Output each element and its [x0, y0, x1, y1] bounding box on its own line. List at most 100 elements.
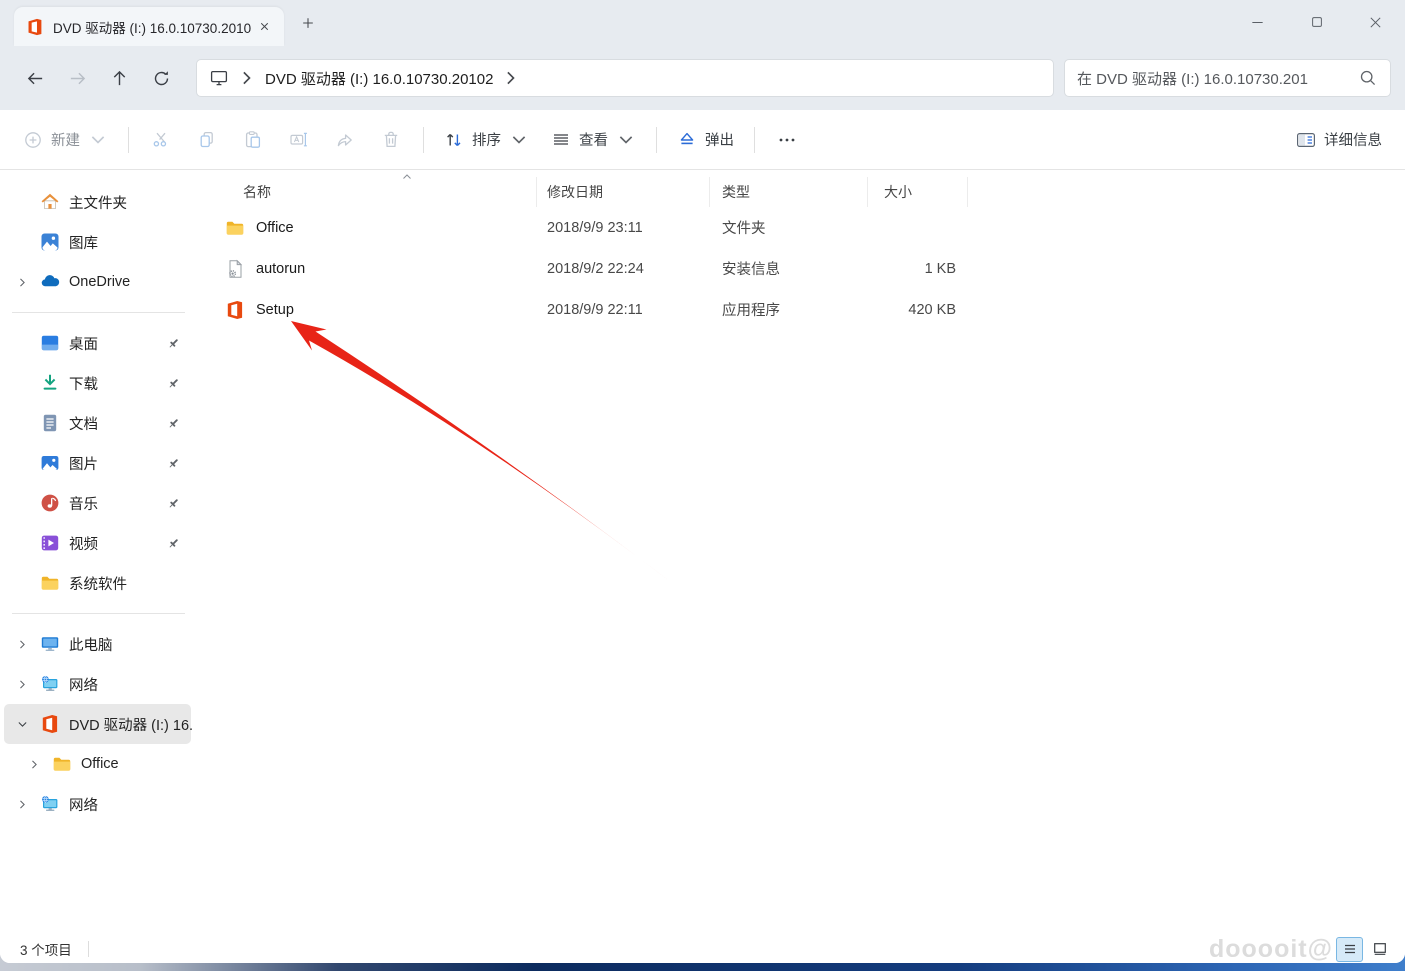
file-name-cell[interactable]: autorun [225, 259, 537, 279]
details-pane-button[interactable]: 详细信息 [1285, 120, 1393, 160]
thispc-icon [40, 634, 60, 654]
cut-button[interactable] [138, 120, 184, 160]
share-button[interactable] [322, 120, 368, 160]
sidebar-item-label: 主文件夹 [69, 195, 127, 212]
chevron-down-icon[interactable] [16, 718, 40, 731]
office-app-icon [225, 300, 245, 320]
content-area: 主文件夹 图库 OneDrive 桌面 下载 文档 图片 音乐 视频 系统软件 此电脑 网络 DVD 驱… [0, 170, 1405, 935]
file-rows: Office 2018/9/9 23:11 文件夹 autorun 2018/9/2 2… [197, 207, 1405, 330]
sidebar-item[interactable]: 网络 [4, 664, 191, 704]
file-list-area: 名称 修改日期 类型 大小 Office 2018/9/9 23:11 文件夹 aut… [197, 170, 1405, 935]
forward-button[interactable] [56, 60, 98, 96]
eject-button[interactable]: 弹出 [666, 120, 745, 160]
up-button[interactable] [98, 60, 140, 96]
file-name-cell[interactable]: Setup [225, 300, 537, 320]
sidebar-item[interactable]: 音乐 [4, 483, 191, 523]
sidebar-item-label: Office [81, 756, 119, 772]
toolbar-divider [656, 126, 657, 153]
delete-button[interactable] [368, 120, 414, 160]
refresh-button[interactable] [140, 60, 182, 96]
sidebar-section-divider [12, 613, 185, 614]
chevron-right-icon[interactable] [16, 798, 40, 811]
more-options-button[interactable] [764, 120, 810, 160]
column-header-size[interactable]: 大小 [868, 177, 968, 207]
view-button-label: 查看 [579, 133, 608, 149]
downloads-icon [40, 373, 60, 393]
copy-button[interactable] [184, 120, 230, 160]
explorer-tab[interactable]: DVD 驱动器 (I:) 16.0.10730.2010 [14, 7, 284, 46]
file-row[interactable]: Office 2018/9/9 23:11 文件夹 [197, 207, 1405, 248]
statusbar-divider [87, 941, 89, 957]
file-explorer-window: DVD 驱动器 (I:) 16.0.10730.2010 DVD 驱动器 (I:… [0, 0, 1405, 963]
sort-button[interactable]: 排序 [433, 120, 540, 160]
pin-icon [166, 536, 181, 551]
gallery-icon [40, 232, 60, 252]
search-icon[interactable] [1358, 68, 1378, 88]
sidebar-item-label: 图库 [69, 235, 98, 252]
window-controls [1228, 0, 1405, 44]
new-button[interactable]: 新建 [12, 120, 119, 160]
file-type: 应用程序 [722, 303, 780, 319]
sidebar-item[interactable]: 系统软件 [4, 563, 191, 603]
new-tab-button[interactable] [292, 7, 324, 39]
autorun-icon [225, 259, 245, 279]
sidebar-item[interactable]: 图库 [4, 222, 191, 262]
chevron-right-icon[interactable] [16, 638, 40, 651]
column-header-type[interactable]: 类型 [710, 177, 868, 207]
sidebar-item[interactable]: 视频 [4, 523, 191, 563]
search-box[interactable]: 在 DVD 驱动器 (I:) 16.0.10730.201 [1064, 59, 1391, 97]
sidebar-item[interactable]: 桌面 [4, 323, 191, 363]
this-pc-icon[interactable] [209, 68, 229, 88]
file-row[interactable]: Setup 2018/9/9 22:11 应用程序 420 KB [197, 289, 1405, 330]
pin-icon [166, 496, 181, 511]
sidebar-item[interactable]: DVD 驱动器 (I:) 16. [4, 704, 193, 744]
file-name-cell[interactable]: Office [225, 218, 537, 238]
watermark: dooooit@ [1208, 934, 1333, 963]
pictures-icon [40, 453, 60, 473]
breadcrumb[interactable]: DVD 驱动器 (I:) 16.0.10730.20102 [265, 68, 493, 89]
column-header-date[interactable]: 修改日期 [537, 177, 710, 207]
chevron-right-icon[interactable] [16, 678, 40, 691]
minimize-button[interactable] [1228, 0, 1287, 44]
file-row[interactable]: autorun 2018/9/2 22:24 安装信息 1 KB [197, 248, 1405, 289]
sidebar-item[interactable]: 网络 [4, 784, 191, 824]
sort-arrows-icon [444, 130, 464, 150]
sidebar-item-label: OneDrive [69, 274, 131, 290]
network-icon [40, 674, 60, 694]
details-view-toggle[interactable] [1336, 936, 1363, 962]
search-input[interactable]: 在 DVD 驱动器 (I:) 16.0.10730.201 [1077, 68, 1350, 89]
rename-button[interactable] [276, 120, 322, 160]
chevron-right-icon[interactable] [16, 276, 40, 289]
large-icons-view-toggle[interactable] [1366, 937, 1393, 962]
sidebar-item[interactable]: 文档 [4, 403, 191, 443]
sidebar-item[interactable]: 图片 [4, 443, 191, 483]
chevron-right-icon[interactable] [28, 758, 52, 771]
view-button[interactable]: 查看 [540, 120, 647, 160]
breadcrumb-chevron-icon[interactable] [501, 68, 521, 88]
sidebar-item-label: 网络 [69, 797, 98, 814]
sidebar-item[interactable]: Office [4, 744, 191, 784]
paste-button[interactable] [230, 120, 276, 160]
file-date: 2018/9/2 22:24 [547, 260, 644, 277]
back-button[interactable] [14, 60, 56, 96]
desktop-background: DVD 驱动器 (I:) 16.0.10730.2010 DVD 驱动器 (I:… [0, 0, 1405, 971]
maximize-button[interactable] [1287, 0, 1346, 44]
plus-circle-icon [23, 130, 43, 150]
folder-icon [52, 754, 72, 774]
eject-button-label: 弹出 [705, 133, 734, 149]
office-logo-icon [26, 18, 44, 36]
column-header-name[interactable]: 名称 [225, 177, 537, 207]
address-bar[interactable]: DVD 驱动器 (I:) 16.0.10730.20102 [196, 59, 1054, 97]
breadcrumb-chevron-icon[interactable] [237, 68, 257, 88]
pin-icon [166, 376, 181, 391]
close-button[interactable] [1346, 0, 1405, 44]
sidebar-item[interactable]: OneDrive [4, 262, 191, 302]
sidebar-item[interactable]: 下载 [4, 363, 191, 403]
folder-icon [40, 573, 60, 593]
tab-close-button[interactable] [252, 15, 276, 39]
sidebar-item[interactable]: 主文件夹 [4, 182, 191, 222]
file-type: 文件夹 [722, 221, 766, 237]
onedrive-icon [40, 272, 60, 292]
sidebar-item-label: 下载 [69, 376, 98, 393]
sidebar-item[interactable]: 此电脑 [4, 624, 191, 664]
